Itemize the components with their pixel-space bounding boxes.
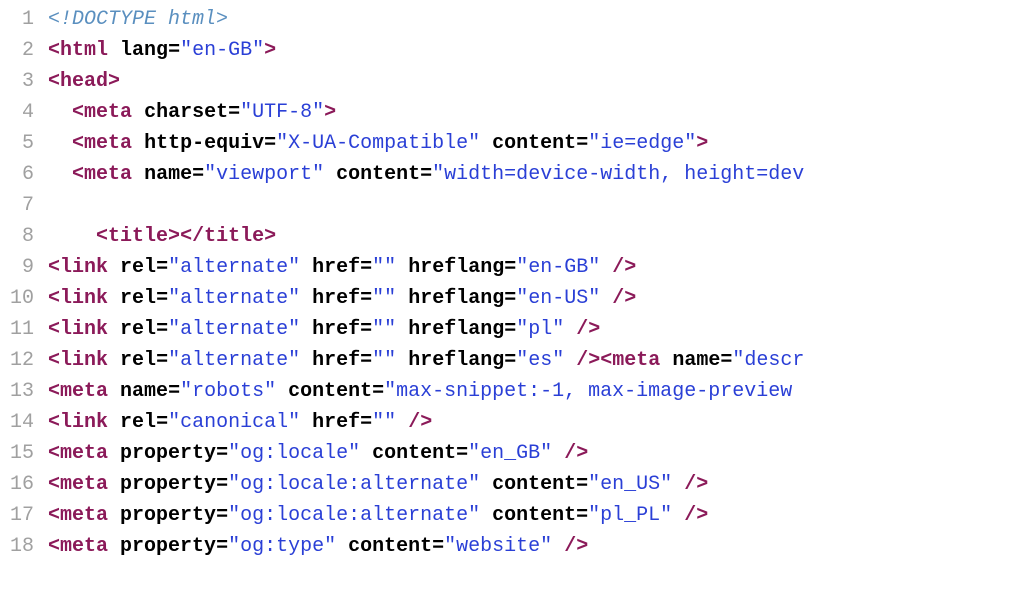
code-line[interactable]: 2<html lang="en-GB">: [0, 35, 1024, 66]
line-number: 11: [0, 314, 48, 345]
code-content[interactable]: <html lang="en-GB">: [48, 35, 1024, 66]
code-line[interactable]: 18<meta property="og:type" content="webs…: [0, 531, 1024, 562]
code-content[interactable]: <link rel="alternate" href="" hreflang="…: [48, 283, 1024, 314]
line-number: 8: [0, 221, 48, 252]
line-number: 7: [0, 190, 48, 221]
code-content[interactable]: <meta name="robots" content="max-snippet…: [48, 376, 1024, 407]
code-line[interactable]: 1<!DOCTYPE html>: [0, 4, 1024, 35]
code-line[interactable]: 5 <meta http-equiv="X-UA-Compatible" con…: [0, 128, 1024, 159]
line-number: 12: [0, 345, 48, 376]
code-line[interactable]: 12<link rel="alternate" href="" hreflang…: [0, 345, 1024, 376]
code-line[interactable]: 15<meta property="og:locale" content="en…: [0, 438, 1024, 469]
code-content[interactable]: <link rel="alternate" href="" hreflang="…: [48, 314, 1024, 345]
code-line[interactable]: 16<meta property="og:locale:alternate" c…: [0, 469, 1024, 500]
line-number: 3: [0, 66, 48, 97]
code-content[interactable]: <meta name="viewport" content="width=dev…: [48, 159, 1024, 190]
code-editor[interactable]: 1<!DOCTYPE html>2<html lang="en-GB">3<he…: [0, 0, 1024, 562]
code-content[interactable]: <head>: [48, 66, 1024, 97]
line-number: 4: [0, 97, 48, 128]
code-line[interactable]: 6 <meta name="viewport" content="width=d…: [0, 159, 1024, 190]
line-number: 18: [0, 531, 48, 562]
line-number: 16: [0, 469, 48, 500]
line-number: 17: [0, 500, 48, 531]
code-content[interactable]: <meta property="og:type" content="websit…: [48, 531, 1024, 562]
code-content[interactable]: <meta http-equiv="X-UA-Compatible" conte…: [48, 128, 1024, 159]
code-content[interactable]: <title></title>: [48, 221, 1024, 252]
code-content[interactable]: <meta property="og:locale:alternate" con…: [48, 469, 1024, 500]
line-number: 6: [0, 159, 48, 190]
line-number: 15: [0, 438, 48, 469]
code-line[interactable]: 13<meta name="robots" content="max-snipp…: [0, 376, 1024, 407]
line-number: 13: [0, 376, 48, 407]
code-line[interactable]: 8 <title></title>: [0, 221, 1024, 252]
line-number: 10: [0, 283, 48, 314]
code-content[interactable]: <!DOCTYPE html>: [48, 4, 1024, 35]
code-content[interactable]: <link rel="alternate" href="" hreflang="…: [48, 345, 1024, 376]
line-number: 14: [0, 407, 48, 438]
line-number: 2: [0, 35, 48, 66]
line-number: 9: [0, 252, 48, 283]
code-line[interactable]: 3<head>: [0, 66, 1024, 97]
code-line[interactable]: 9<link rel="alternate" href="" hreflang=…: [0, 252, 1024, 283]
code-content[interactable]: <link rel="canonical" href="" />: [48, 407, 1024, 438]
code-line[interactable]: 10<link rel="alternate" href="" hreflang…: [0, 283, 1024, 314]
code-line[interactable]: 14<link rel="canonical" href="" />: [0, 407, 1024, 438]
code-content[interactable]: <meta property="og:locale:alternate" con…: [48, 500, 1024, 531]
line-number: 5: [0, 128, 48, 159]
code-content[interactable]: <link rel="alternate" href="" hreflang="…: [48, 252, 1024, 283]
code-line[interactable]: 7: [0, 190, 1024, 221]
code-line[interactable]: 4 <meta charset="UTF-8">: [0, 97, 1024, 128]
code-line[interactable]: 17<meta property="og:locale:alternate" c…: [0, 500, 1024, 531]
code-line[interactable]: 11<link rel="alternate" href="" hreflang…: [0, 314, 1024, 345]
line-number: 1: [0, 4, 48, 35]
code-content[interactable]: <meta property="og:locale" content="en_G…: [48, 438, 1024, 469]
code-content[interactable]: <meta charset="UTF-8">: [48, 97, 1024, 128]
